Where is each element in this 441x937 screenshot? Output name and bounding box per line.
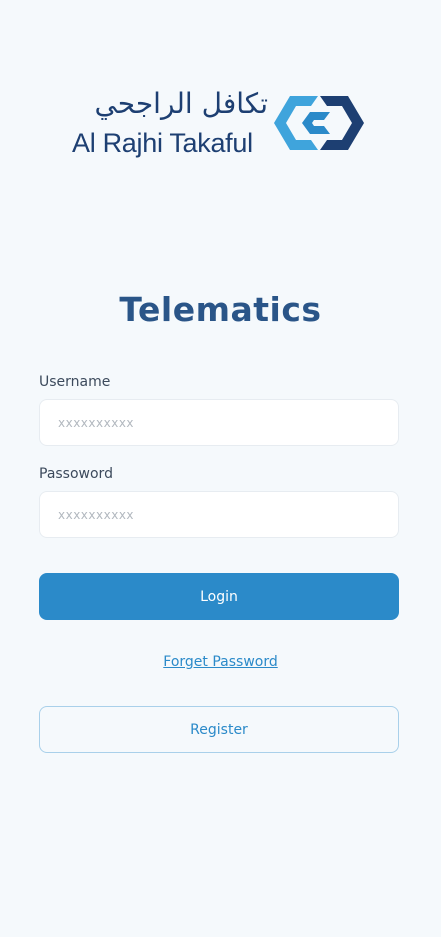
brand-logo: تكافل الراجحي Al Rajhi Takaful	[70, 86, 370, 162]
logo-english-text: Al Rajhi Takaful	[72, 128, 253, 158]
password-input[interactable]	[39, 491, 399, 538]
username-label: Username	[39, 374, 111, 390]
register-button[interactable]: Register	[39, 706, 399, 753]
login-button[interactable]: Login	[39, 573, 399, 620]
logo-arabic-text: تكافل الراجحي	[94, 87, 268, 120]
logo-mark-inner-shape	[302, 112, 330, 134]
page-title: Telematics	[119, 290, 322, 329]
password-label: Passoword	[39, 466, 113, 482]
logo-mark-icon	[274, 96, 364, 150]
forgot-password-container: Forget Password	[0, 654, 441, 670]
username-input[interactable]	[39, 399, 399, 446]
forgot-password-link[interactable]: Forget Password	[163, 654, 277, 670]
logo-mark-right-shape	[320, 96, 364, 150]
